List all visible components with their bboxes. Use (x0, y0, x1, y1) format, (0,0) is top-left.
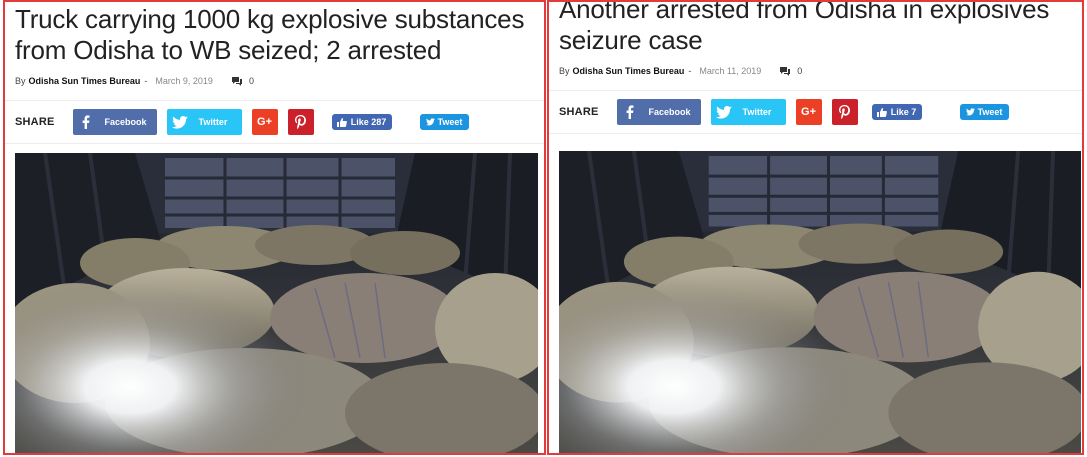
comment-icon[interactable] (231, 76, 243, 86)
byline: By Odisha Sun Times Bureau - March 11, 2… (559, 64, 1082, 78)
comment-count[interactable]: 0 (797, 66, 802, 76)
tweet-label: Tweet (437, 117, 463, 127)
tweet-button[interactable]: Tweet (959, 104, 1009, 120)
comment-icon[interactable] (779, 66, 791, 76)
tweet-label: Tweet (977, 107, 1003, 117)
facebook-share-label: Facebook (104, 117, 147, 127)
byline-separator: - (144, 76, 148, 86)
divider (549, 133, 1082, 134)
headline-line-2[interactable]: seizure case (559, 25, 703, 55)
photo-image (15, 153, 538, 453)
facebook-like-label: Like 7 (890, 107, 917, 117)
google-plus-share-button[interactable]: G+ (795, 99, 822, 125)
facebook-share-label: Facebook (648, 107, 691, 117)
byline-by: By (559, 66, 570, 76)
twitter-icon (425, 118, 435, 126)
facebook-icon (617, 99, 643, 125)
article-photo-sacks[interactable] (559, 151, 1081, 453)
divider (5, 143, 544, 144)
pinterest-icon (288, 109, 314, 135)
google-plus-icon: G+ (801, 106, 816, 118)
byline-date: March 11, 2019 (699, 66, 762, 76)
byline: By Odisha Sun Times Bureau - March 9, 20… (15, 74, 544, 88)
facebook-icon (73, 109, 99, 135)
share-bar: SHARE Facebook Twitter G+ Like 287 Tweet (5, 101, 544, 143)
comment-count[interactable]: 0 (249, 76, 254, 86)
article-photo-sacks[interactable] (15, 153, 538, 453)
byline-separator: - (688, 66, 692, 76)
google-plus-icon: G+ (257, 116, 272, 128)
pinterest-share-button[interactable] (831, 99, 858, 125)
article-card-left: Truck carrying 1000 kg explosive substan… (3, 0, 546, 455)
byline-author[interactable]: Odisha Sun Times Bureau (573, 66, 685, 76)
twitter-icon (167, 109, 193, 135)
facebook-like-button[interactable]: Like 287 (331, 114, 392, 130)
google-plus-share-button[interactable]: G+ (251, 109, 278, 135)
article-headline[interactable]: Another arrested from Odisha in explosiv… (549, 2, 1082, 56)
pinterest-icon (832, 99, 858, 125)
share-label: SHARE (559, 106, 599, 118)
headline-line-1[interactable]: Another arrested from Odisha in explosiv… (559, 2, 1049, 24)
share-label: SHARE (15, 116, 55, 128)
facebook-share-button[interactable]: Facebook (72, 109, 157, 135)
article-headline[interactable]: Truck carrying 1000 kg explosive substan… (5, 2, 544, 66)
twitter-icon (965, 108, 975, 116)
twitter-icon (711, 99, 737, 125)
facebook-share-button[interactable]: Facebook (616, 99, 701, 125)
twitter-share-label: Twitter (742, 107, 772, 117)
tweet-button[interactable]: Tweet (419, 114, 469, 130)
byline-author[interactable]: Odisha Sun Times Bureau (29, 76, 141, 86)
headline-line-1[interactable]: Truck carrying 1000 kg explosive substan… (15, 4, 524, 34)
share-bar: SHARE Facebook Twitter G+ Like 7 Tweet (549, 91, 1082, 133)
photo-image (559, 151, 1081, 453)
article-card-right: Another arrested from Odisha in explosiv… (547, 0, 1084, 455)
facebook-like-button[interactable]: Like 7 (871, 104, 922, 120)
byline-by: By (15, 76, 26, 86)
twitter-share-button[interactable]: Twitter (166, 109, 242, 135)
thumbs-up-icon (876, 107, 887, 117)
twitter-share-label: Twitter (198, 117, 228, 127)
headline-line-2[interactable]: from Odisha to WB seized; 2 arrested (15, 35, 442, 65)
thumbs-up-icon (336, 117, 347, 127)
facebook-like-label: Like 287 (350, 117, 387, 127)
pinterest-share-button[interactable] (287, 109, 314, 135)
twitter-share-button[interactable]: Twitter (710, 99, 786, 125)
byline-date: March 9, 2019 (155, 76, 213, 86)
